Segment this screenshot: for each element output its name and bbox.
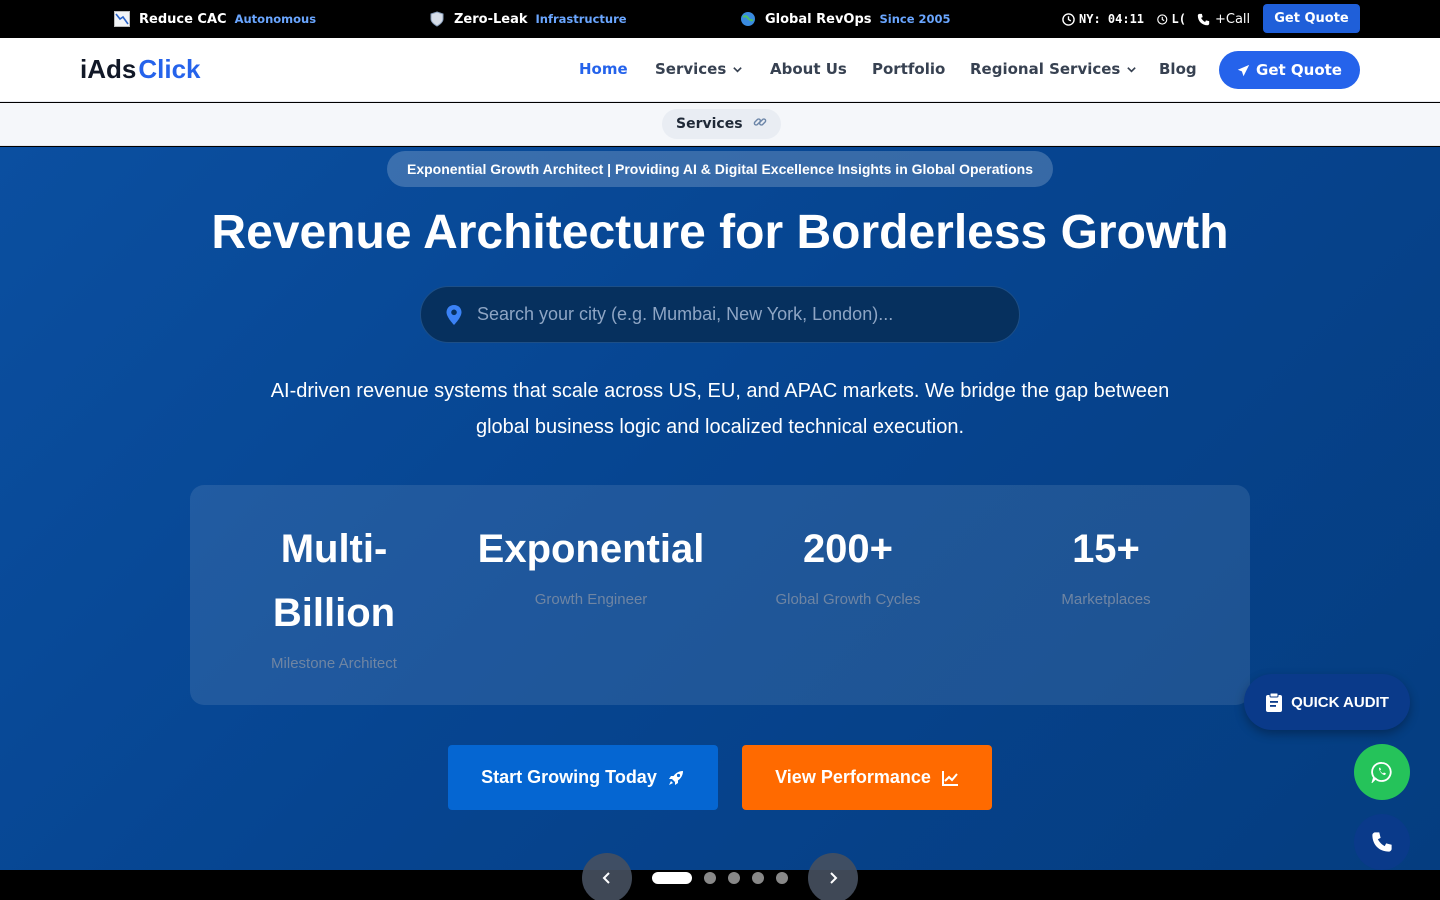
nav-link-services[interactable]: Services (655, 60, 743, 78)
call-label: +Call (1215, 11, 1251, 27)
stat-marketplaces: 15+ Marketplaces (976, 517, 1236, 608)
start-growing-button[interactable]: Start Growing Today (448, 745, 718, 810)
clipboard-icon (1266, 692, 1283, 712)
topbar-item-revops: Global RevOps Since 2005 (739, 0, 951, 38)
chevron-right-icon (830, 872, 838, 884)
stat-value-line2: Billion (272, 591, 396, 635)
slider-prev-button[interactable] (582, 853, 632, 900)
nav-link-blog[interactable]: Blog (1159, 60, 1197, 78)
slider-dot[interactable] (752, 872, 764, 884)
chevron-down-icon (1127, 66, 1137, 73)
topbar-item-title: Zero-Leak (454, 11, 528, 27)
clock-icon (1157, 13, 1168, 25)
hero-section: Exponential Growth Architect | Providing… (0, 147, 1440, 870)
whatsapp-icon (1371, 762, 1392, 783)
topbar-item-zeroleak: Zero-Leak Infrastructure (428, 0, 627, 38)
nav-link-about[interactable]: About Us (770, 60, 847, 78)
whatsapp-button[interactable] (1354, 744, 1410, 800)
topbar-item-tag: Autonomous (234, 12, 317, 26)
services-chip-label: Services (676, 116, 743, 132)
city-search-input[interactable] (477, 304, 997, 325)
view-performance-button[interactable]: View Performance (742, 745, 992, 810)
chevron-left-icon (602, 872, 610, 884)
hero-title: Revenue Architecture for Borderless Grow… (211, 206, 1229, 259)
nav-link-home[interactable]: Home (579, 60, 628, 78)
slider-dot[interactable] (728, 872, 740, 884)
slider-dot[interactable] (776, 872, 788, 884)
stat-label: Global Growth Cycles (775, 591, 921, 608)
chevron-down-icon (733, 66, 743, 73)
clock-london: L( (1157, 0, 1186, 38)
rocket-icon (668, 770, 683, 785)
topbar-item-tag: Since 2005 (879, 12, 951, 26)
view-performance-label: View Performance (775, 767, 931, 787)
stat-value: Exponential (477, 527, 705, 571)
main-nav: iAdsClick Home Services About Us Portfol… (0, 38, 1440, 102)
chart-down-icon (113, 10, 131, 28)
sub-nav-bar: Services (0, 103, 1440, 146)
slider-dots (652, 872, 788, 884)
nav-link-label: Services (655, 60, 727, 78)
stat-value-line1: Multi- (280, 527, 388, 571)
start-growing-label: Start Growing Today (481, 767, 657, 787)
stat-label: Marketplaces (1061, 591, 1151, 608)
topbar-item-title: Global RevOps (765, 11, 872, 27)
slider-next-button[interactable] (808, 853, 858, 900)
quick-audit-button[interactable]: QUICK AUDIT (1244, 674, 1410, 730)
shield-icon (428, 10, 446, 28)
line-chart-icon (941, 770, 958, 786)
phone-icon (1197, 13, 1210, 25)
slider-dot[interactable] (704, 872, 716, 884)
map-pin-icon (446, 304, 462, 325)
stats-panel: Multi- Billion Milestone Architect Expone… (190, 485, 1250, 705)
logo-text-a: iAds (80, 54, 137, 84)
hero-description: AI-driven revenue systems that scale acr… (270, 380, 1170, 438)
nav-get-quote-button[interactable]: Get Quote (1219, 51, 1360, 89)
logo[interactable]: iAdsClick (80, 54, 201, 85)
logo-text-b: Click (138, 54, 201, 84)
services-chip[interactable]: Services (662, 109, 781, 139)
link-icon (753, 115, 767, 133)
phone-icon (1372, 832, 1392, 852)
topbar-item-title: Reduce CAC (139, 11, 227, 27)
stat-cycles: 200+ Global Growth Cycles (718, 517, 978, 608)
hero-tagline-pill: Exponential Growth Architect | Providing… (387, 151, 1053, 187)
clock-icon (1062, 12, 1075, 26)
stat-value: Multi- Billion (204, 517, 464, 645)
stat-milestone: Multi- Billion Milestone Architect (204, 517, 464, 672)
topbar-get-quote-button[interactable]: Get Quote (1263, 4, 1360, 33)
topbar-item-cac: Reduce CAC Autonomous (113, 0, 316, 38)
clock-london-text: L( (1171, 12, 1186, 26)
quick-audit-label: QUICK AUDIT (1291, 693, 1389, 711)
topbar-item-tag: Infrastructure (535, 12, 627, 26)
phone-call-button[interactable] (1354, 814, 1410, 870)
paper-plane-icon (1237, 64, 1250, 76)
stat-value: 15+ (1072, 527, 1140, 571)
slider-dot[interactable] (652, 872, 692, 884)
clock-ny: NY: 04:11 (1062, 0, 1144, 38)
stat-label: Growth Engineer (534, 591, 648, 608)
call-link[interactable]: +Call (1197, 0, 1250, 38)
stat-growth: Exponential Growth Engineer (461, 517, 721, 608)
nav-get-quote-label: Get Quote (1256, 61, 1342, 79)
clock-ny-text: NY: 04:11 (1079, 12, 1145, 26)
nav-link-regional-services[interactable]: Regional Services (970, 60, 1137, 78)
top-announcement-bar: Reduce CAC Autonomous Zero-Leak Infrastr… (0, 0, 1440, 38)
stat-value: 200+ (802, 527, 894, 571)
nav-link-portfolio[interactable]: Portfolio (872, 60, 945, 78)
stat-label: Milestone Architect (271, 655, 397, 672)
city-search[interactable] (420, 286, 1020, 343)
globe-icon (739, 10, 757, 28)
nav-link-label: Regional Services (970, 60, 1121, 78)
